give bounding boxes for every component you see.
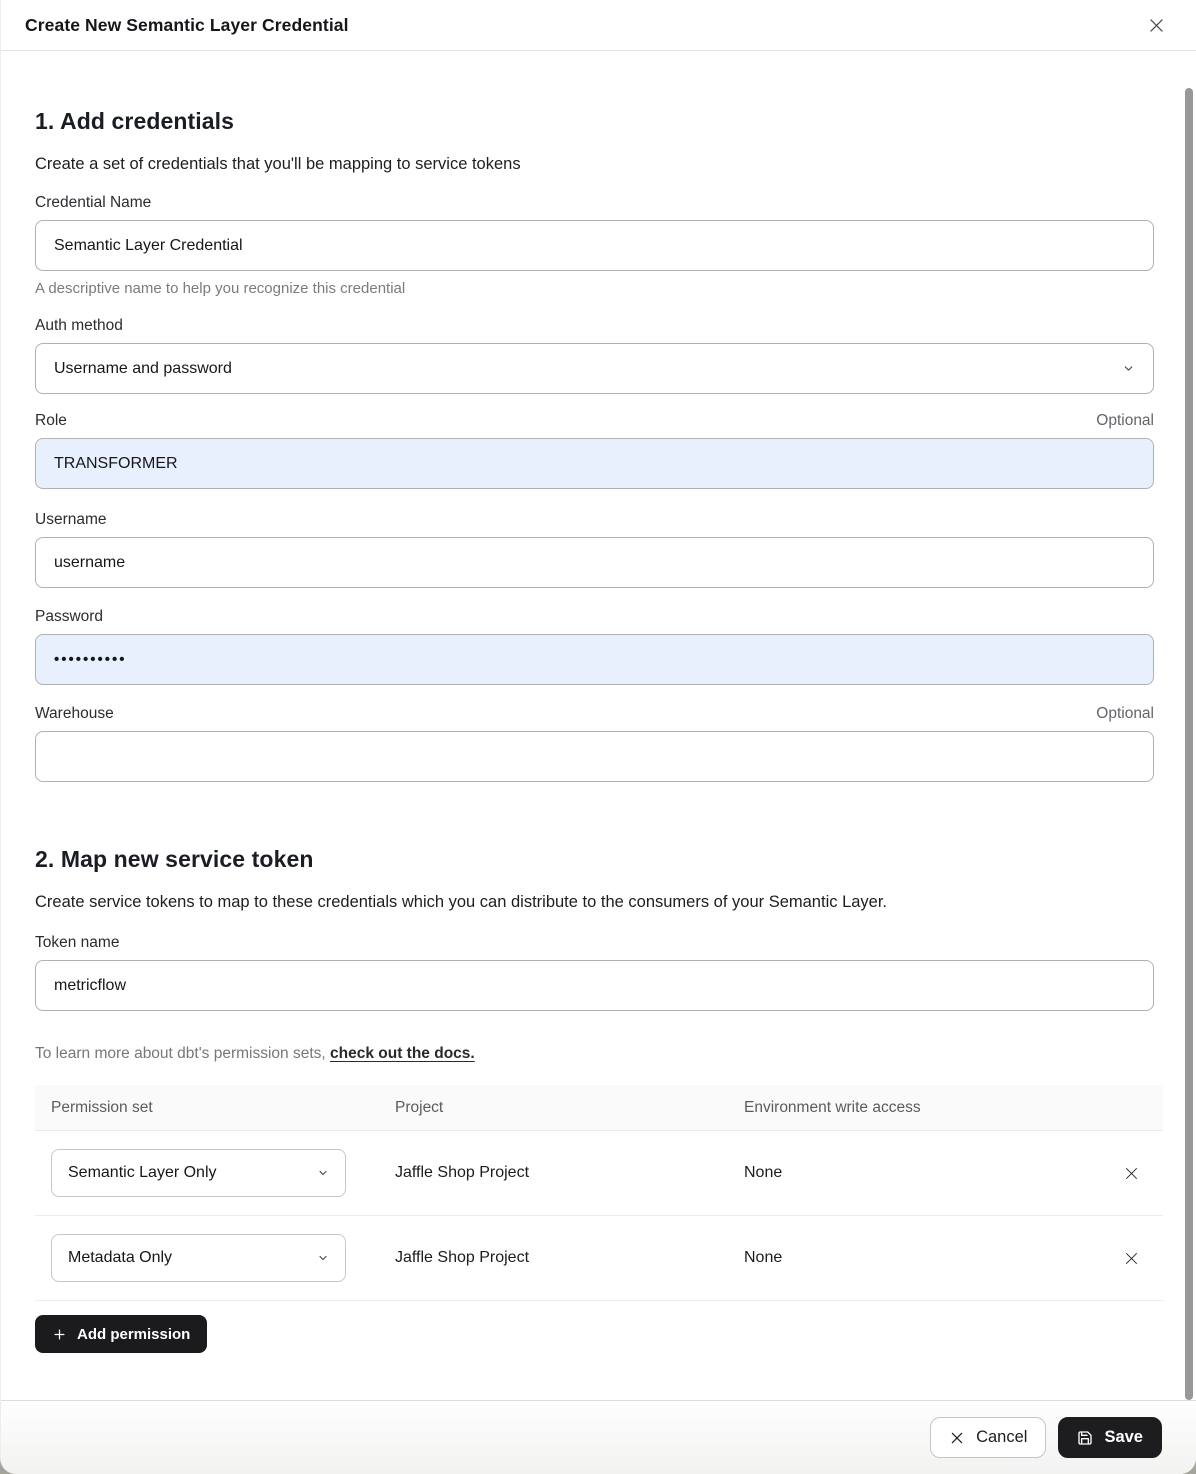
env-write-access-cell: None <box>728 1164 1115 1182</box>
warehouse-label: Warehouse <box>35 705 114 723</box>
close-icon <box>1147 16 1166 35</box>
permissions-table: Permission set Project Environment write… <box>35 1085 1163 1301</box>
role-input[interactable] <box>35 438 1154 489</box>
project-cell: Jaffle Shop Project <box>379 1249 728 1267</box>
remove-row-button[interactable] <box>1115 1242 1147 1274</box>
vertical-scrollbar[interactable] <box>1185 88 1193 1400</box>
cancel-label: Cancel <box>976 1428 1027 1447</box>
password-group: Password <box>35 608 1154 685</box>
username-label: Username <box>35 511 107 529</box>
chevron-down-icon <box>1122 362 1135 375</box>
chevron-down-icon <box>317 1252 329 1264</box>
role-group: Role Optional <box>35 412 1154 489</box>
chevron-down-icon <box>317 1167 329 1179</box>
token-name-group: Token name <box>35 934 1154 1011</box>
auth-method-selected-value: Username and password <box>54 360 232 378</box>
token-name-input[interactable] <box>35 960 1154 1011</box>
close-icon <box>949 1430 965 1446</box>
table-row: Semantic Layer Only Jaffle Shop Project … <box>35 1131 1163 1216</box>
credential-name-group: Credential Name A descriptive name to he… <box>35 194 1154 297</box>
role-label: Role <box>35 412 67 430</box>
modal-footer: Cancel Save <box>1 1400 1196 1474</box>
permission-docs-line: To learn more about dbt's permission set… <box>35 1045 1154 1063</box>
project-cell: Jaffle Shop Project <box>379 1164 728 1182</box>
save-icon <box>1077 1430 1093 1446</box>
section-2-heading: 2. Map new service token <box>35 846 1154 873</box>
permission-set-value: Semantic Layer Only <box>68 1164 217 1182</box>
add-permission-button[interactable]: Add permission <box>35 1315 207 1353</box>
token-name-label: Token name <box>35 934 119 952</box>
save-label: Save <box>1104 1428 1143 1447</box>
credential-name-helper: A descriptive name to help you recognize… <box>35 280 1154 297</box>
close-button[interactable] <box>1142 11 1170 39</box>
auth-method-label: Auth method <box>35 317 123 335</box>
auth-method-select[interactable]: Username and password <box>35 343 1154 394</box>
modal-body: 1. Add credentials Create a set of crede… <box>1 108 1196 1353</box>
create-credential-modal: Create New Semantic Layer Credential 1. … <box>0 0 1196 1474</box>
auth-method-group: Auth method Username and password <box>35 317 1154 394</box>
cancel-button[interactable]: Cancel <box>930 1417 1046 1458</box>
section-1-heading: 1. Add credentials <box>35 108 1154 135</box>
header-permission-set: Permission set <box>35 1099 379 1117</box>
modal-header: Create New Semantic Layer Credential <box>1 0 1196 51</box>
warehouse-optional-tag: Optional <box>1096 705 1154 723</box>
close-icon <box>1123 1165 1140 1182</box>
save-button[interactable]: Save <box>1058 1417 1162 1458</box>
warehouse-group: Warehouse Optional <box>35 705 1154 782</box>
permissions-table-header: Permission set Project Environment write… <box>35 1085 1163 1131</box>
add-permission-label: Add permission <box>77 1326 190 1343</box>
credential-name-input[interactable] <box>35 220 1154 271</box>
permission-set-select-row-1[interactable]: Semantic Layer Only <box>51 1149 346 1197</box>
modal-title: Create New Semantic Layer Credential <box>25 15 349 36</box>
env-write-access-cell: None <box>728 1249 1115 1267</box>
permission-set-select-row-2[interactable]: Metadata Only <box>51 1234 346 1282</box>
section-1-description: Create a set of credentials that you'll … <box>35 155 1154 174</box>
close-icon <box>1123 1250 1140 1267</box>
table-row: Metadata Only Jaffle Shop Project None <box>35 1216 1163 1301</box>
username-group: Username <box>35 511 1154 588</box>
remove-row-button[interactable] <box>1115 1157 1147 1189</box>
password-input[interactable] <box>35 634 1154 685</box>
warehouse-input[interactable] <box>35 731 1154 782</box>
header-env-write-access: Environment write access <box>728 1099 1115 1117</box>
docs-link[interactable]: check out the docs. <box>330 1045 475 1062</box>
permission-set-value: Metadata Only <box>68 1249 172 1267</box>
credential-name-label: Credential Name <box>35 194 151 212</box>
header-project: Project <box>379 1099 728 1117</box>
password-label: Password <box>35 608 103 626</box>
docs-prefix-text: To learn more about dbt's permission set… <box>35 1045 330 1062</box>
role-optional-tag: Optional <box>1096 412 1154 430</box>
plus-icon <box>52 1327 67 1342</box>
section-2-description: Create service tokens to map to these cr… <box>35 893 1154 912</box>
username-input[interactable] <box>35 537 1154 588</box>
